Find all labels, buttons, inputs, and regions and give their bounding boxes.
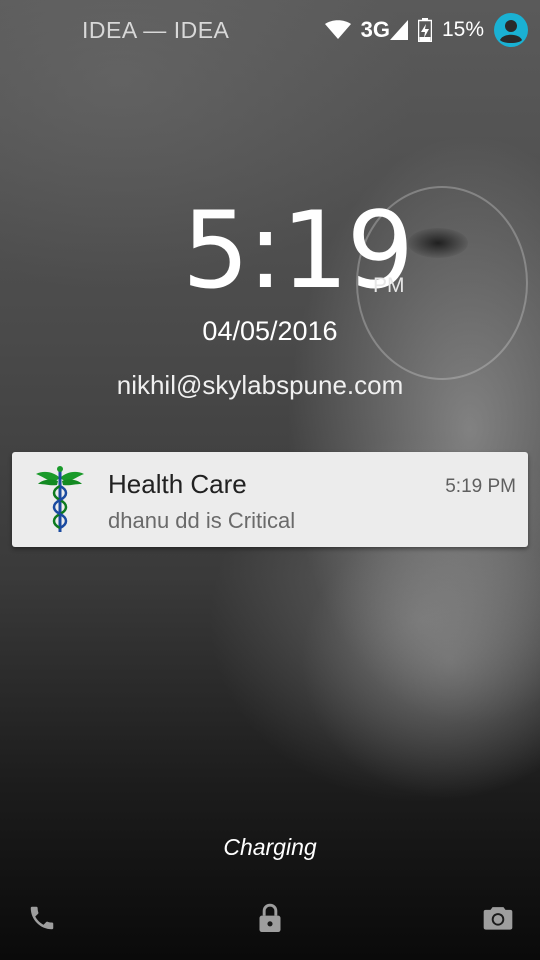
battery-charging-icon [417, 18, 432, 42]
lock-icon[interactable] [250, 898, 290, 938]
clock-ampm: PM [373, 274, 405, 297]
wifi-icon [324, 20, 351, 40]
network-type-label: 3G [360, 17, 390, 42]
date-label: 04/05/2016 [202, 316, 338, 346]
charging-status: Charging [223, 834, 317, 860]
status-icons: 3G 15% [324, 12, 528, 48]
notification-time: 5:19 PM [445, 476, 516, 497]
notification-card[interactable]: Health Care dhanu dd is Critical 5:19 PM [12, 452, 528, 547]
notification-text: dhanu dd is Critical [108, 508, 296, 533]
notification-title: Health Care [108, 469, 247, 499]
carrier-label: IDEA — IDEA [82, 17, 230, 43]
phone-icon[interactable] [22, 898, 62, 938]
user-avatar-icon[interactable] [494, 13, 528, 47]
wallpaper-beard [300, 520, 540, 800]
lock-screen: IDEA — IDEA 3G 15% 5:19 PM 04/05/2016 ni… [0, 0, 540, 960]
status-bar[interactable]: IDEA — IDEA 3G 15% [0, 0, 540, 60]
wallpaper-eye [408, 228, 468, 258]
battery-percent: 15% [441, 18, 484, 41]
caduceus-icon [34, 464, 86, 534]
signal-icon [389, 20, 408, 40]
camera-icon[interactable] [478, 898, 518, 938]
network-group: 3G [361, 17, 408, 43]
owner-info: nikhil@skylabspune.com [116, 370, 404, 400]
